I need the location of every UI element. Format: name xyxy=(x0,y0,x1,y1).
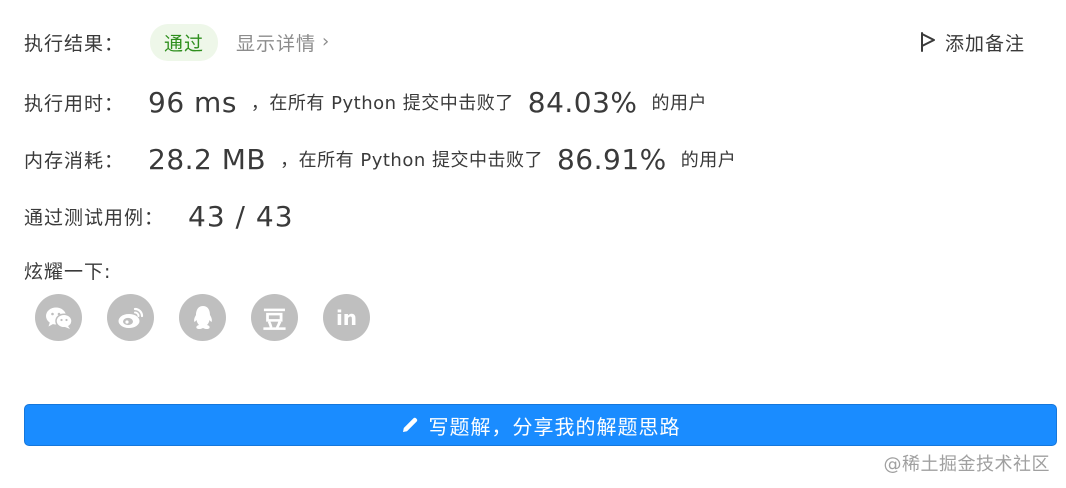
linkedin-glyph: in xyxy=(335,305,358,330)
memory-value: 28.2 MB xyxy=(148,142,267,176)
watermark: @稀土掘金技术社区 xyxy=(883,454,1050,475)
memory-row: 内存消耗： 28.2 MB ，在所有 Python 提交中击败了 86.91% … xyxy=(24,137,736,181)
write-solution-label: 写题解，分享我的解题思路 xyxy=(428,414,681,439)
testcases-label: 通过测试用例： xyxy=(24,206,165,229)
share-row: 炫耀一下: xyxy=(24,255,111,285)
qq-icon[interactable] xyxy=(179,294,226,341)
douban-icon[interactable]: 豆 xyxy=(251,294,298,341)
linkedin-icon[interactable]: in xyxy=(323,294,370,341)
runtime-beat-text: ，在所有 Python 提交中击败了 xyxy=(250,93,514,114)
runtime-tail-text: 的用户 xyxy=(651,93,708,114)
wechat-icon[interactable] xyxy=(35,294,82,341)
share-label: 炫耀一下: xyxy=(24,260,112,283)
memory-beat-text: ，在所有 Python 提交中击败了 xyxy=(280,150,543,171)
runtime-percent: 84.03% xyxy=(527,85,638,119)
testcases-value: 43 / 43 xyxy=(188,199,294,233)
status-badge: 通过 xyxy=(150,23,219,61)
result-label: 执行结果： xyxy=(24,32,125,55)
runtime-row: 执行用时： 96 ms ，在所有 Python 提交中击败了 84.03% 的用… xyxy=(24,80,707,124)
runtime-value: 96 ms xyxy=(148,85,237,119)
memory-label: 内存消耗： xyxy=(24,149,125,172)
show-details-link[interactable]: 显示详情 › xyxy=(236,29,330,56)
result-row: 执行结果： 通过 显示详情 › xyxy=(24,22,330,62)
add-note-button[interactable]: 添加备注 xyxy=(920,22,1025,62)
runtime-label: 执行用时： xyxy=(24,92,125,115)
pencil-icon xyxy=(402,417,417,432)
write-solution-button[interactable]: 写题解，分享我的解题思路 xyxy=(24,404,1057,446)
show-details-label: 显示详情 xyxy=(236,32,317,55)
testcases-row: 通过测试用例： 43 / 43 xyxy=(24,194,294,238)
memory-tail-text: 的用户 xyxy=(680,150,737,171)
weibo-icon[interactable] xyxy=(107,294,154,341)
flag-icon xyxy=(921,32,935,52)
add-note-label: 添加备注 xyxy=(945,32,1026,55)
share-icon-list: 豆 in xyxy=(35,294,370,341)
chevron-right-icon: › xyxy=(322,30,331,52)
memory-percent: 86.91% xyxy=(556,142,667,176)
douban-glyph: 豆 xyxy=(262,306,287,334)
